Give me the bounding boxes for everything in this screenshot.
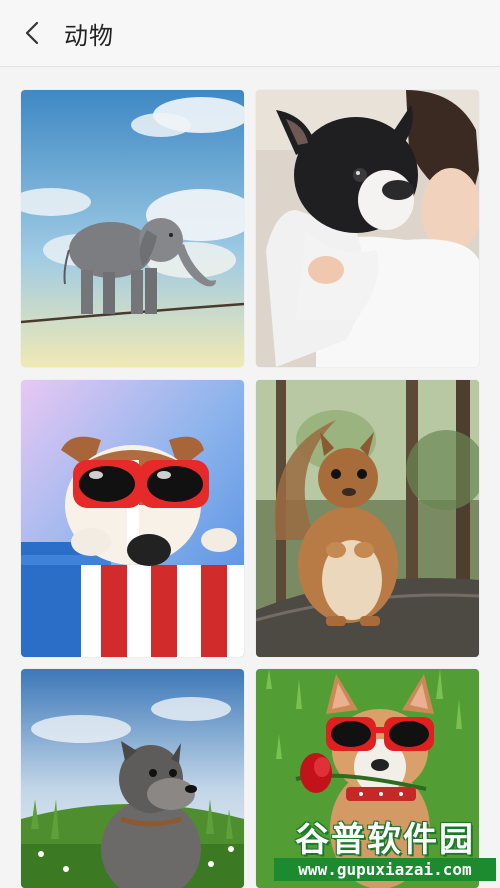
sunglasses-dog-image — [21, 380, 244, 657]
wallpaper-tile-chihuahua[interactable] — [256, 669, 479, 888]
wallpaper-tile-bulldog[interactable] — [256, 90, 479, 367]
schnauzer-image — [21, 669, 244, 888]
elephant-image — [21, 90, 244, 367]
wallpaper-tile-schnauzer[interactable] — [21, 669, 244, 888]
wallpaper-tile-elephant[interactable] — [21, 90, 244, 367]
wallpaper-tile-sunglasses-dog[interactable] — [21, 380, 244, 657]
wallpaper-grid — [0, 0, 500, 888]
wallpaper-tile-squirrel[interactable] — [256, 380, 479, 657]
squirrel-image — [256, 380, 479, 657]
bulldog-image — [256, 90, 479, 367]
chihuahua-image — [256, 669, 479, 888]
